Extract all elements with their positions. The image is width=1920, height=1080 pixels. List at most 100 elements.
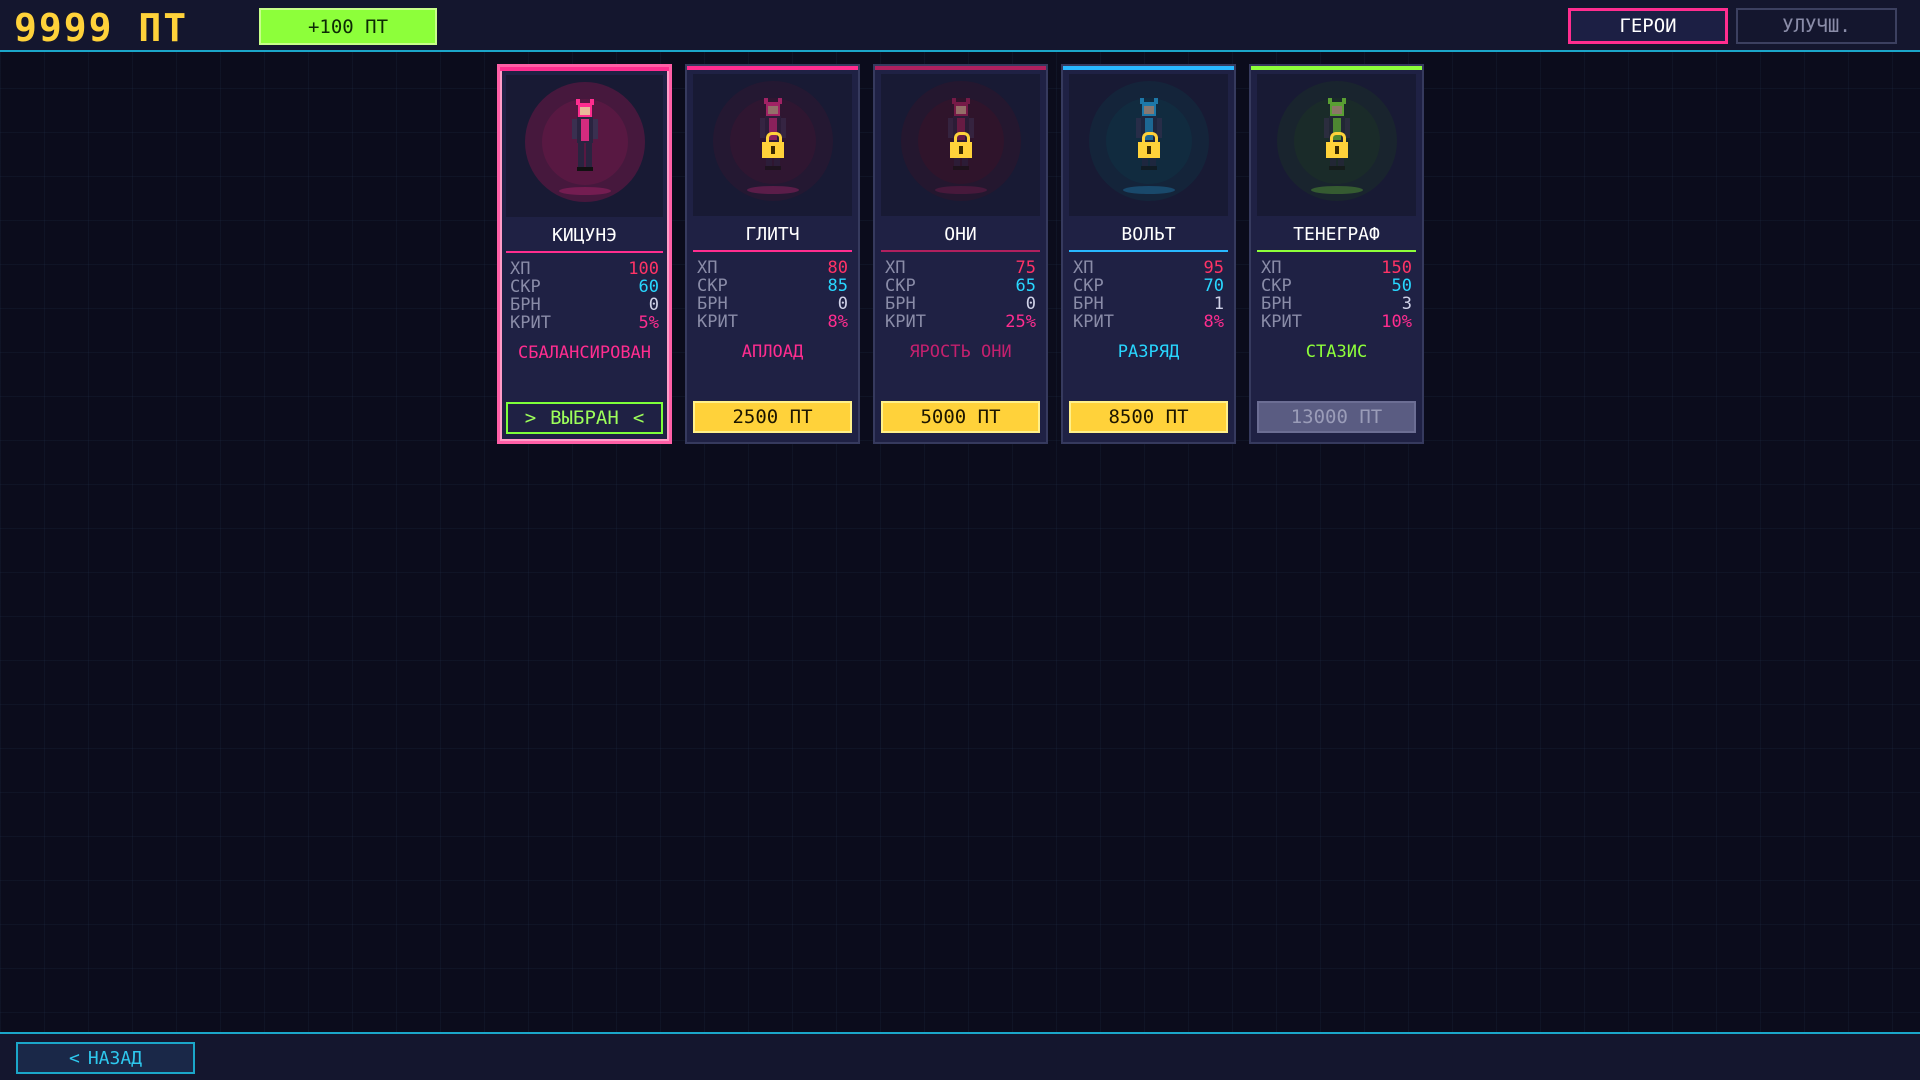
stat-value: 8% [1203, 312, 1224, 332]
stat-label: БРН [885, 294, 916, 314]
hero-stats: ХП 95 СКР 70 БРН 1 КРИТ 8% [1073, 259, 1224, 331]
card-accent-line [500, 67, 669, 71]
stat-label: КРИТ [1261, 312, 1302, 332]
hero-portrait [693, 74, 852, 216]
stat-value: 50 [1391, 276, 1412, 296]
chevron-right-icon: > [524, 407, 537, 429]
hero-portrait [506, 75, 663, 217]
hero-name: КИЦУНЭ [506, 225, 663, 253]
chevron-left-icon: < [632, 407, 645, 429]
stat-label: КРИТ [885, 312, 926, 332]
tab-upgrades[interactable]: УЛУЧШ. [1736, 8, 1897, 44]
hero-portrait [881, 74, 1040, 216]
stat-label: БРН [1073, 294, 1104, 314]
stat-row-crit: КРИТ 5% [510, 314, 659, 332]
add-points-button[interactable]: +100 ПТ [259, 8, 437, 45]
stat-value: 150 [1381, 258, 1412, 278]
buy-hero-button[interactable]: 5000 ПТ [881, 401, 1040, 433]
hero-card[interactable]: КИЦУНЭ ХП 100 СКР 60 БРН 0 КРИТ 5% СБАЛАНСИРОВАН >… [497, 64, 672, 444]
stat-value: 1 [1213, 294, 1224, 314]
stat-value: 25% [1005, 312, 1036, 332]
stat-label: ХП [1073, 258, 1094, 278]
stat-row-arm: БРН 0 [510, 296, 659, 314]
back-button[interactable]: < НАЗАД [16, 1042, 195, 1074]
stat-label: ХП [510, 259, 531, 279]
stat-row-arm: БРН 3 [1261, 295, 1412, 313]
buy-hero-button[interactable]: 8500 ПТ [1069, 401, 1228, 433]
stat-row-hp: ХП 100 [510, 260, 659, 278]
selected-indicator[interactable]: > ВЫБРАН < [506, 402, 663, 434]
hero-ability: СТАЗИС [1305, 342, 1368, 362]
tab-heroes[interactable]: ГЕРОИ [1568, 8, 1728, 44]
hero-ability: СБАЛАНСИРОВАН [517, 343, 652, 363]
stat-label: БРН [510, 295, 541, 315]
hero-sprite-icon [571, 99, 598, 171]
bottom-bar: < НАЗАД [0, 1032, 1920, 1080]
stat-value: 80 [827, 258, 848, 278]
hero-ability: РАЗРЯД [1117, 342, 1180, 362]
stat-label: ХП [697, 258, 718, 278]
stat-label: СКР [885, 276, 916, 296]
card-accent-line [1063, 66, 1234, 70]
stat-value: 85 [827, 276, 848, 296]
hero-stats: ХП 75 СКР 65 БРН 0 КРИТ 25% [885, 259, 1036, 331]
stat-row-hp: ХП 75 [885, 259, 1036, 277]
buy-hero-button: 13000 ПТ [1257, 401, 1416, 433]
stat-label: СКР [1261, 276, 1292, 296]
stat-value: 5% [638, 313, 659, 333]
stat-row-arm: БРН 1 [1073, 295, 1224, 313]
stat-row-spd: СКР 50 [1261, 277, 1412, 295]
lock-icon [761, 132, 784, 158]
stat-row-spd: СКР 60 [510, 278, 659, 296]
hero-name: ГЛИТЧ [693, 224, 852, 252]
hero-card[interactable]: ТЕНЕГРАФ ХП 150 СКР 50 БРН 3 КРИТ 10% СТАЗИС 13000… [1249, 64, 1424, 444]
stat-row-spd: СКР 85 [697, 277, 848, 295]
stat-label: ХП [885, 258, 906, 278]
hero-portrait [1069, 74, 1228, 216]
hero-portrait [1257, 74, 1416, 216]
stat-label: ХП [1261, 258, 1282, 278]
stat-label: КРИТ [1073, 312, 1114, 332]
stat-row-crit: КРИТ 8% [1073, 313, 1224, 331]
stat-value: 0 [648, 295, 659, 315]
stat-value: 70 [1203, 276, 1224, 296]
stat-value: 0 [837, 294, 848, 314]
back-button-label: НАЗАД [87, 1047, 143, 1069]
stat-value: 3 [1401, 294, 1412, 314]
chevron-left-icon: < [68, 1047, 80, 1069]
stat-value: 0 [1025, 294, 1036, 314]
hero-card[interactable]: ГЛИТЧ ХП 80 СКР 85 БРН 0 КРИТ 8% АПЛОАД 2500 ПТ [685, 64, 860, 444]
stat-label: КРИТ [697, 312, 738, 332]
stat-label: СКР [510, 277, 541, 297]
hero-name: ОНИ [881, 224, 1040, 252]
stat-label: КРИТ [510, 313, 551, 333]
stat-label: БРН [1261, 294, 1292, 314]
lock-icon [949, 132, 972, 158]
stat-row-arm: БРН 0 [885, 295, 1036, 313]
hero-name: ВОЛЬТ [1069, 224, 1228, 252]
stat-row-crit: КРИТ 25% [885, 313, 1036, 331]
stat-row-spd: СКР 65 [885, 277, 1036, 295]
stat-label: БРН [697, 294, 728, 314]
points-counter: 9999 ПТ [14, 6, 189, 50]
buy-hero-button[interactable]: 2500 ПТ [693, 401, 852, 433]
hero-ability: ЯРОСТЬ ОНИ [909, 342, 1012, 362]
hero-stats: ХП 150 СКР 50 БРН 3 КРИТ 10% [1261, 259, 1412, 331]
top-bar: 9999 ПТ +100 ПТ ГЕРОИ УЛУЧШ. [0, 0, 1920, 52]
hero-card[interactable]: ВОЛЬТ ХП 95 СКР 70 БРН 1 КРИТ 8% РАЗРЯД 8500 ПТ [1061, 64, 1236, 444]
hero-name: ТЕНЕГРАФ [1257, 224, 1416, 252]
stat-label: СКР [1073, 276, 1104, 296]
stat-value: 10% [1381, 312, 1412, 332]
stat-value: 100 [628, 259, 659, 279]
stat-value: 60 [638, 277, 659, 297]
stat-value: 95 [1203, 258, 1224, 278]
hero-select-screen: 9999 ПТ +100 ПТ ГЕРОИ УЛУЧШ. КИЦУНЭ ХП 100… [0, 0, 1920, 1080]
hero-card[interactable]: ОНИ ХП 75 СКР 65 БРН 0 КРИТ 25% ЯРОСТЬ ОНИ 5000 ПТ [873, 64, 1048, 444]
stat-value: 75 [1015, 258, 1036, 278]
stat-row-spd: СКР 70 [1073, 277, 1224, 295]
stat-value: 65 [1015, 276, 1036, 296]
stat-row-hp: ХП 150 [1261, 259, 1412, 277]
selected-label: ВЫБРАН [550, 407, 619, 429]
stat-row-arm: БРН 0 [697, 295, 848, 313]
card-accent-line [1251, 66, 1422, 70]
